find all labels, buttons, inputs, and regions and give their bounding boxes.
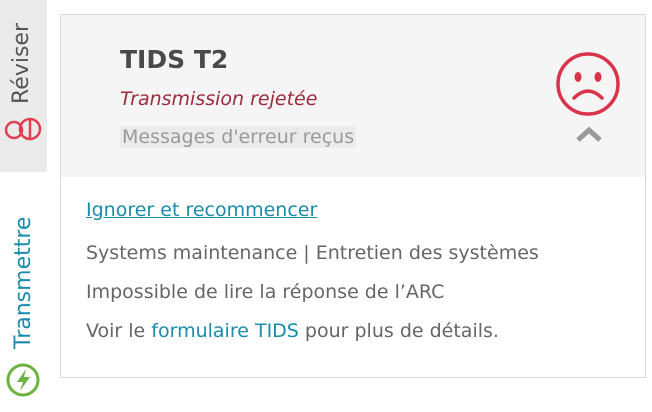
- tab-review-label: Réviser: [9, 22, 34, 104]
- footer-line: Voir le formulaire TIDS pour plus de dét…: [86, 312, 539, 351]
- tab-review[interactable]: Réviser: [0, 0, 47, 172]
- message-line: Impossible de lire la réponse de l’ARC: [86, 281, 445, 303]
- status-text: Transmission rejetée: [120, 88, 318, 110]
- card-title: TIDS T2: [120, 45, 229, 74]
- sad-face-icon: [556, 52, 620, 116]
- card-body: Ignorer et recommencer Systems maintenan…: [86, 199, 539, 351]
- message-line: Systems maintenance | Entretien des syst…: [86, 242, 539, 264]
- tids-form-link[interactable]: formulaire TIDS: [151, 320, 299, 342]
- tab-transmit-label: Transmettre: [11, 216, 36, 349]
- side-tab-rail: Réviser Transmettre: [0, 0, 48, 412]
- review-circles-icon: [4, 117, 42, 141]
- footer-suffix: pour plus de détails.: [298, 320, 499, 342]
- transmission-card: TIDS T2 Transmission rejetée Messages d'…: [60, 14, 646, 378]
- card-header: TIDS T2 Transmission rejetée Messages d'…: [61, 15, 645, 177]
- reset-link[interactable]: Ignorer et recommencer: [86, 199, 539, 221]
- footer-prefix: Voir le: [86, 320, 152, 342]
- chevron-up-icon[interactable]: [575, 125, 603, 143]
- lightning-icon: [6, 363, 40, 397]
- card-subtitle: Messages d'erreur reçus: [120, 126, 357, 148]
- tab-transmit[interactable]: Transmettre: [0, 172, 47, 412]
